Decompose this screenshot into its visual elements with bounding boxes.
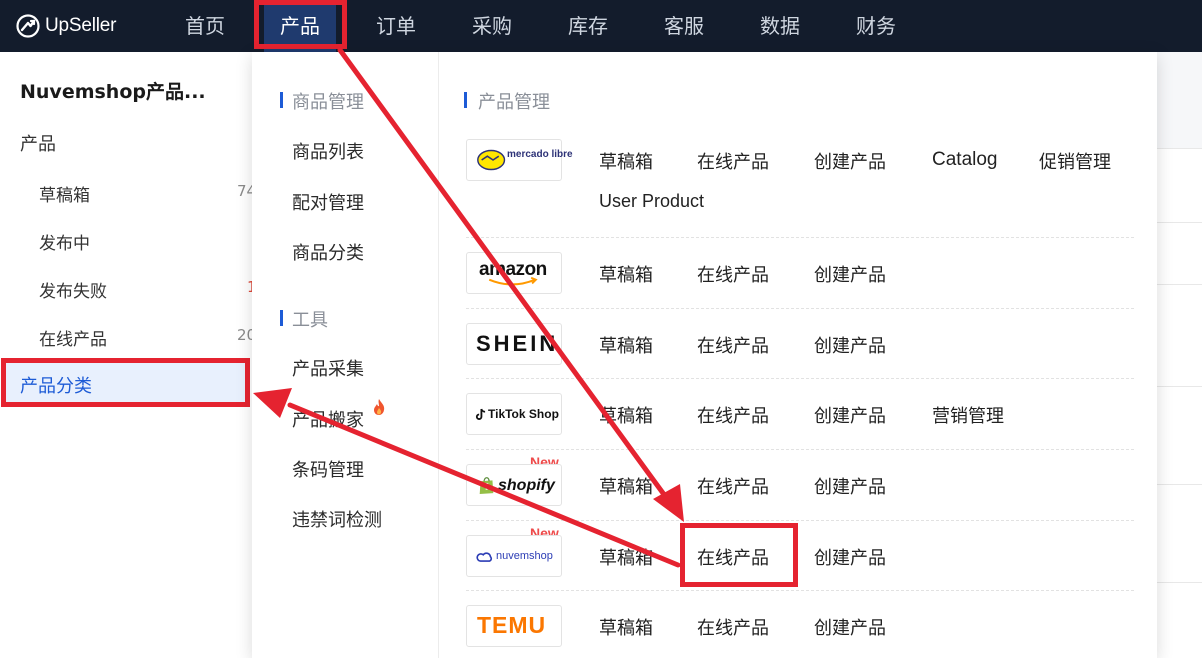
mercadolibre-logo: mercado libre xyxy=(466,139,573,181)
nuvemshop-logo: nuvemshop xyxy=(466,535,562,577)
amazon-smile-icon xyxy=(488,276,538,286)
ml-drafts-link[interactable]: 草稿箱 xyxy=(599,148,653,174)
nuvemshop-create-product-link[interactable]: 创建产品 xyxy=(814,544,886,570)
tiktok-marketing-link[interactable]: 营销管理 xyxy=(932,402,1004,428)
sidebar-title: Nuvemshop产品... xyxy=(20,81,206,103)
link-barcode[interactable]: 条码管理 xyxy=(292,456,364,482)
temu-create-product-link[interactable]: 创建产品 xyxy=(814,614,886,640)
annotation-box-nuvemshop-online xyxy=(680,523,798,587)
shein-online-products-link[interactable]: 在线产品 xyxy=(697,332,769,358)
left-sidebar: Nuvemshop产品... 产品 草稿箱 74 发布中 发布失败 1 在线产品… xyxy=(0,52,257,658)
top-nav-bar: UpSeller 首页 产品 订单 采购 库存 客服 数据 财务 xyxy=(0,0,1202,52)
link-pairing[interactable]: 配对管理 xyxy=(292,189,364,215)
nuvemshop-drafts-link[interactable]: 草稿箱 xyxy=(599,544,653,570)
amazon-online-products-link[interactable]: 在线产品 xyxy=(697,261,769,287)
shopify-logo: shopify xyxy=(466,464,562,506)
upseller-logo[interactable]: UpSeller xyxy=(16,12,116,40)
sidebar-item-online-products[interactable]: 在线产品 xyxy=(39,325,107,350)
shein-logo: SHEIN xyxy=(466,323,562,365)
shopify-wordmark: shopify xyxy=(498,477,555,494)
annotation-box-category xyxy=(1,358,250,407)
ml-promotion-link[interactable]: 促销管理 xyxy=(1039,148,1111,174)
temu-online-products-link[interactable]: 在线产品 xyxy=(697,614,769,640)
nuvemshop-cloud-icon xyxy=(476,552,493,562)
shopify-online-products-link[interactable]: 在线产品 xyxy=(697,473,769,499)
nav-customer-service[interactable]: 客服 xyxy=(648,0,720,52)
platform-divider xyxy=(466,308,1134,309)
platform-divider xyxy=(466,449,1134,450)
annotation-box-nav-products xyxy=(254,0,347,49)
table-row xyxy=(1157,386,1202,387)
nuvemshop-wordmark: nuvemshop xyxy=(496,550,553,562)
platform-divider xyxy=(466,378,1134,379)
shein-drafts-link[interactable]: 草稿箱 xyxy=(599,332,653,358)
table-row xyxy=(1157,222,1202,223)
tiktok-shop-logo: TikTok Shop xyxy=(466,393,562,435)
tiktok-drafts-link[interactable]: 草稿箱 xyxy=(599,402,653,428)
logo-text: UpSeller xyxy=(45,15,117,36)
nav-home[interactable]: 首页 xyxy=(169,0,241,52)
mercadolibre-wordmark: mercado libre xyxy=(507,149,573,160)
link-product-collect[interactable]: 产品采集 xyxy=(292,355,364,381)
nav-data[interactable]: 数据 xyxy=(744,0,816,52)
ml-create-product-link[interactable]: 创建产品 xyxy=(814,148,886,174)
platform-divider xyxy=(466,520,1134,521)
amazon-drafts-link[interactable]: 草稿箱 xyxy=(599,261,653,287)
nav-purchase[interactable]: 采购 xyxy=(456,0,528,52)
link-goods-list[interactable]: 商品列表 xyxy=(292,138,364,164)
app-root: UpSeller 首页 产品 订单 采购 库存 客服 数据 财务 Nuvemsh… xyxy=(0,0,1202,658)
shopify-bag-icon xyxy=(479,477,494,494)
table-row xyxy=(1157,284,1202,285)
table-row xyxy=(1157,484,1202,485)
dropdown-left-column: 商品管理 商品列表 配对管理 商品分类 工具 产品采集 产品搬家 条码管理 违禁… xyxy=(252,52,439,658)
temu-logo: TEMU xyxy=(466,605,562,647)
tiktok-create-product-link[interactable]: 创建产品 xyxy=(814,402,886,428)
amazon-create-product-link[interactable]: 创建产品 xyxy=(814,261,886,287)
link-product-move[interactable]: 产品搬家 xyxy=(292,406,364,432)
sidebar-group-products[interactable]: 产品 xyxy=(20,130,56,156)
link-banned-words[interactable]: 违禁词检测 xyxy=(292,506,382,532)
platform-divider xyxy=(466,237,1134,238)
temu-wordmark: TEMU xyxy=(477,612,547,638)
shopify-create-product-link[interactable]: 创建产品 xyxy=(814,473,886,499)
tiktok-note-icon xyxy=(475,408,486,420)
table-row xyxy=(1157,582,1202,583)
ml-catalog-link[interactable]: Catalog xyxy=(932,149,998,171)
tiktok-online-products-link[interactable]: 在线产品 xyxy=(697,402,769,428)
page-background-table xyxy=(1157,52,1202,658)
shopify-drafts-link[interactable]: 草稿箱 xyxy=(599,473,653,499)
platform-divider xyxy=(466,590,1134,591)
link-goods-category[interactable]: 商品分类 xyxy=(292,239,364,265)
mercadolibre-handshake-icon xyxy=(477,149,506,171)
sidebar-item-publishing[interactable]: 发布中 xyxy=(39,229,90,254)
upseller-logo-icon xyxy=(16,14,40,38)
table-header-strip xyxy=(1157,52,1202,148)
amazon-logo: amazon xyxy=(466,252,562,294)
sidebar-item-publish-failed[interactable]: 发布失败 xyxy=(39,277,107,302)
shein-create-product-link[interactable]: 创建产品 xyxy=(814,332,886,358)
shein-wordmark: SHEIN xyxy=(476,331,559,356)
section-title-product-management: 产品管理 xyxy=(464,88,550,114)
nav-inventory[interactable]: 库存 xyxy=(552,0,624,52)
fire-icon xyxy=(374,399,385,415)
section-title-tools: 工具 xyxy=(280,306,328,332)
section-title-goods: 商品管理 xyxy=(280,88,364,114)
temu-drafts-link[interactable]: 草稿箱 xyxy=(599,614,653,640)
table-row xyxy=(1157,148,1202,149)
tiktok-shop-wordmark: TikTok Shop xyxy=(488,407,559,421)
nav-orders[interactable]: 订单 xyxy=(360,0,432,52)
sidebar-item-drafts[interactable]: 草稿箱 xyxy=(39,181,90,206)
ml-user-product-link[interactable]: User Product xyxy=(599,191,704,212)
ml-online-products-link[interactable]: 在线产品 xyxy=(697,148,769,174)
nav-finance[interactable]: 财务 xyxy=(840,0,912,52)
